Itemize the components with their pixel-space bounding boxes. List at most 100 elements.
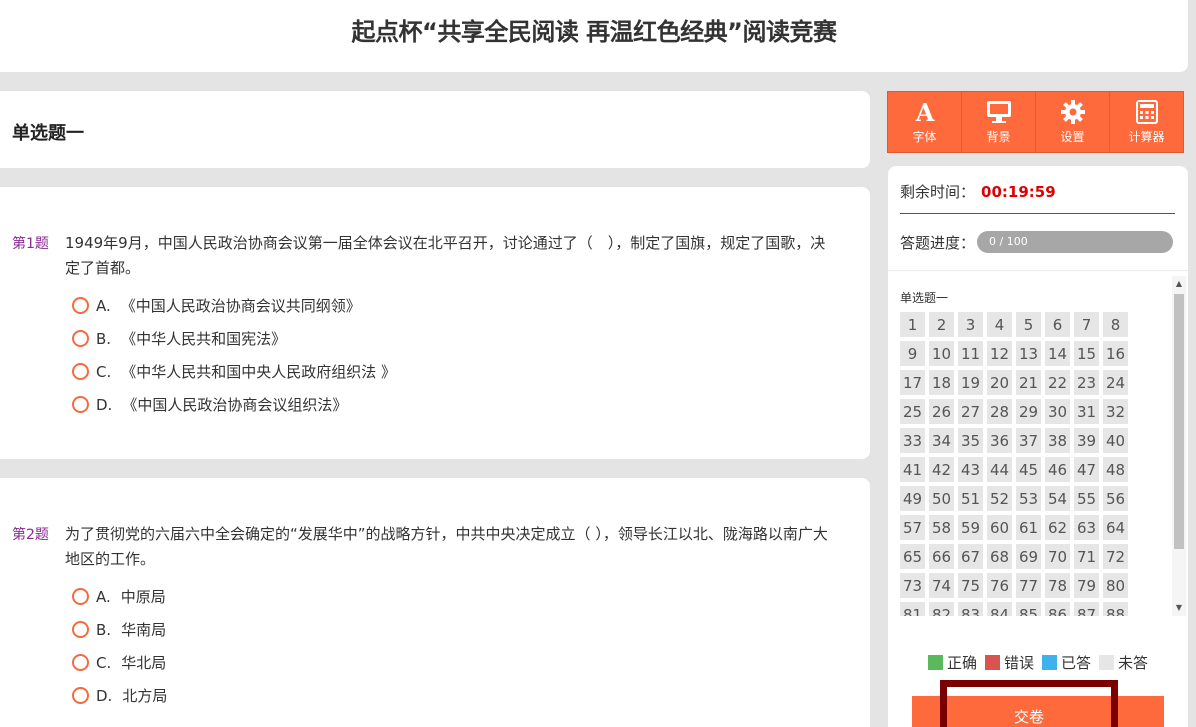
question-nav-cell[interactable]: 48 <box>1103 457 1128 482</box>
question-nav-cell[interactable]: 74 <box>929 573 954 598</box>
radio-button[interactable] <box>72 330 89 347</box>
question-nav-cell[interactable]: 24 <box>1103 370 1128 395</box>
option-b[interactable]: B. 《中华人民共和国宪法》 <box>72 322 840 355</box>
question-nav-cell[interactable]: 12 <box>987 341 1012 366</box>
question-nav-cell[interactable]: 4 <box>987 312 1012 337</box>
question-nav-cell[interactable]: 72 <box>1103 544 1128 569</box>
question-nav-cell[interactable]: 42 <box>929 457 954 482</box>
option-d[interactable]: D. 《中国人民政治协商会议组织法》 <box>72 388 840 421</box>
question-nav-cell[interactable]: 63 <box>1074 515 1099 540</box>
question-nav-cell[interactable]: 69 <box>1016 544 1041 569</box>
question-nav-cell[interactable]: 58 <box>929 515 954 540</box>
question-nav-cell[interactable]: 76 <box>987 573 1012 598</box>
question-nav-cell[interactable]: 11 <box>958 341 983 366</box>
question-nav-cell[interactable]: 60 <box>987 515 1012 540</box>
question-nav-cell[interactable]: 70 <box>1045 544 1070 569</box>
question-nav-cell[interactable]: 28 <box>987 399 1012 424</box>
question-nav-cell[interactable]: 5 <box>1016 312 1041 337</box>
question-nav-cell[interactable]: 10 <box>929 341 954 366</box>
radio-button[interactable] <box>72 621 89 638</box>
question-nav-cell[interactable]: 51 <box>958 486 983 511</box>
question-nav-cell[interactable]: 16 <box>1103 341 1128 366</box>
option-a[interactable]: A. 《中国人民政治协商会议共同纲领》 <box>72 289 840 322</box>
question-nav-cell[interactable]: 21 <box>1016 370 1041 395</box>
question-nav-cell[interactable]: 13 <box>1016 341 1041 366</box>
question-nav-cell[interactable]: 86 <box>1045 602 1070 616</box>
question-nav-cell[interactable]: 3 <box>958 312 983 337</box>
question-nav-cell[interactable]: 34 <box>929 428 954 453</box>
question-nav-cell[interactable]: 67 <box>958 544 983 569</box>
radio-button[interactable] <box>72 396 89 413</box>
calculator-button[interactable]: 计算器 <box>1110 92 1183 152</box>
question-nav-cell[interactable]: 39 <box>1074 428 1099 453</box>
question-nav-cell[interactable]: 43 <box>958 457 983 482</box>
radio-button[interactable] <box>72 363 89 380</box>
question-nav-cell[interactable]: 77 <box>1016 573 1041 598</box>
question-nav-cell[interactable]: 1 <box>900 312 925 337</box>
question-nav-cell[interactable]: 57 <box>900 515 925 540</box>
question-nav-cell[interactable]: 56 <box>1103 486 1128 511</box>
question-nav-cell[interactable]: 7 <box>1074 312 1099 337</box>
question-nav-cell[interactable]: 88 <box>1103 602 1128 616</box>
question-nav-cell[interactable]: 80 <box>1103 573 1128 598</box>
question-nav-cell[interactable]: 17 <box>900 370 925 395</box>
scroll-up-arrow-icon[interactable]: ▲ <box>1174 279 1184 289</box>
question-nav-cell[interactable]: 44 <box>987 457 1012 482</box>
submit-button[interactable]: 交卷 <box>940 680 1118 727</box>
scroll-down-arrow-icon[interactable]: ▼ <box>1174 603 1184 613</box>
question-nav-cell[interactable]: 41 <box>900 457 925 482</box>
option-c[interactable]: C. 《中华人民共和国中央人民政府组织法 》 <box>72 355 840 388</box>
radio-button[interactable] <box>72 588 89 605</box>
question-nav-cell[interactable]: 54 <box>1045 486 1070 511</box>
question-nav-cell[interactable]: 2 <box>929 312 954 337</box>
question-nav-cell[interactable]: 32 <box>1103 399 1128 424</box>
radio-button[interactable] <box>72 654 89 671</box>
question-nav-cell[interactable]: 40 <box>1103 428 1128 453</box>
question-nav-cell[interactable]: 20 <box>987 370 1012 395</box>
question-nav-cell[interactable]: 78 <box>1045 573 1070 598</box>
question-nav-cell[interactable]: 73 <box>900 573 925 598</box>
question-nav-cell[interactable]: 27 <box>958 399 983 424</box>
font-button[interactable]: A 字体 <box>888 92 962 152</box>
question-nav-cell[interactable]: 65 <box>900 544 925 569</box>
option-c[interactable]: C. 华北局 <box>72 646 840 679</box>
question-nav-cell[interactable]: 6 <box>1045 312 1070 337</box>
question-nav-cell[interactable]: 55 <box>1074 486 1099 511</box>
question-nav-cell[interactable]: 66 <box>929 544 954 569</box>
question-nav-cell[interactable]: 14 <box>1045 341 1070 366</box>
question-nav-cell[interactable]: 35 <box>958 428 983 453</box>
scroll-thumb[interactable] <box>1174 294 1184 549</box>
question-nav-cell[interactable]: 81 <box>900 602 925 616</box>
question-nav-cell[interactable]: 33 <box>900 428 925 453</box>
question-nav-cell[interactable]: 22 <box>1045 370 1070 395</box>
question-nav-cell[interactable]: 87 <box>1074 602 1099 616</box>
question-nav-cell[interactable]: 82 <box>929 602 954 616</box>
question-nav-cell[interactable]: 45 <box>1016 457 1041 482</box>
question-nav-cell[interactable]: 18 <box>929 370 954 395</box>
question-nav-cell[interactable]: 83 <box>958 602 983 616</box>
question-nav-cell[interactable]: 59 <box>958 515 983 540</box>
background-button[interactable]: 背景 <box>962 92 1036 152</box>
question-nav-cell[interactable]: 84 <box>987 602 1012 616</box>
question-nav-cell[interactable]: 75 <box>958 573 983 598</box>
question-nav-cell[interactable]: 9 <box>900 341 925 366</box>
question-nav-cell[interactable]: 52 <box>987 486 1012 511</box>
question-nav-cell[interactable]: 64 <box>1103 515 1128 540</box>
question-nav-cell[interactable]: 85 <box>1016 602 1041 616</box>
question-nav-cell[interactable]: 23 <box>1074 370 1099 395</box>
question-nav-cell[interactable]: 31 <box>1074 399 1099 424</box>
question-nav-cell[interactable]: 68 <box>987 544 1012 569</box>
question-nav-cell[interactable]: 71 <box>1074 544 1099 569</box>
option-a[interactable]: A. 中原局 <box>72 580 840 613</box>
question-nav-cell[interactable]: 53 <box>1016 486 1041 511</box>
radio-button[interactable] <box>72 297 89 314</box>
question-nav-cell[interactable]: 25 <box>900 399 925 424</box>
option-b[interactable]: B. 华南局 <box>72 613 840 646</box>
question-nav-cell[interactable]: 46 <box>1045 457 1070 482</box>
question-nav-cell[interactable]: 79 <box>1074 573 1099 598</box>
settings-button[interactable]: 设置 <box>1036 92 1110 152</box>
question-nav-cell[interactable]: 38 <box>1045 428 1070 453</box>
question-nav-cell[interactable]: 19 <box>958 370 983 395</box>
question-nav-cell[interactable]: 8 <box>1103 312 1128 337</box>
question-nav-cell[interactable]: 62 <box>1045 515 1070 540</box>
